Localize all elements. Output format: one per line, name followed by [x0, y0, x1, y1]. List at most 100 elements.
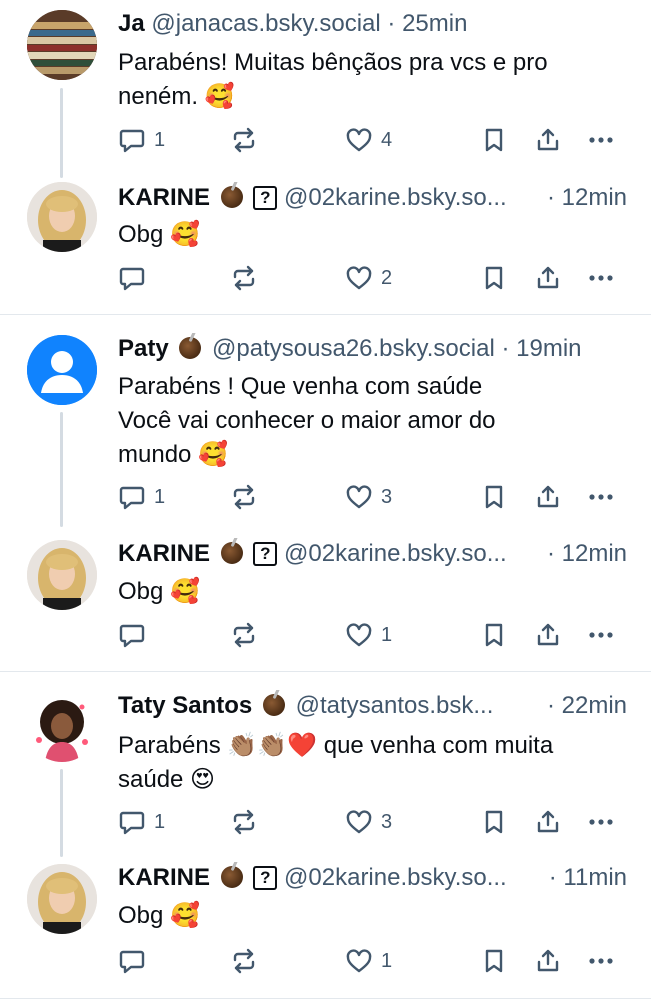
post-time[interactable]: 11min	[563, 864, 627, 891]
bookmark-icon	[480, 947, 508, 975]
post-header: Ja @janacas.bsky.social · 25min	[118, 8, 627, 40]
share-icon	[534, 808, 562, 836]
post-time[interactable]: 25min	[402, 10, 467, 37]
like-button[interactable]: 1	[345, 945, 392, 977]
avatar[interactable]	[27, 540, 97, 610]
separator-dot: ·	[546, 540, 555, 567]
like-icon	[345, 264, 373, 292]
reply-post[interactable]: Paty @patysousa26.bsky.social · 19min Pa…	[0, 315, 651, 527]
action-bar: 1 3	[118, 481, 628, 513]
repost-button[interactable]	[230, 945, 258, 977]
like-button[interactable]: 1	[345, 619, 392, 651]
avatar[interactable]	[27, 10, 97, 80]
post-text: Parabéns 👏🏽👏🏽❤️ que venha com muita saúd…	[118, 732, 554, 793]
author-name[interactable]: KARINE	[118, 184, 210, 211]
repost-button[interactable]	[230, 806, 258, 838]
repost-button[interactable]	[230, 124, 258, 156]
books-avatar-icon	[27, 10, 97, 80]
reply-icon	[118, 126, 146, 154]
bookmark-button[interactable]	[480, 124, 508, 156]
reply-post[interactable]: KARINE ? @02karine.bsky.so... · 12min Ob…	[0, 170, 651, 310]
reply-button[interactable]: 1	[118, 481, 165, 513]
more-button[interactable]	[587, 945, 615, 977]
like-button[interactable]: 2	[345, 262, 392, 294]
like-icon	[345, 483, 373, 511]
like-count: 1	[381, 949, 393, 972]
share-button[interactable]	[534, 806, 562, 838]
author-handle[interactable]: @janacas.bsky.social	[151, 10, 380, 37]
author-handle[interactable]: @patysousa26.bsky.social	[212, 335, 495, 362]
like-count: 1	[381, 623, 393, 646]
mate-gourd-icon	[262, 694, 285, 716]
bookmark-button[interactable]	[480, 619, 508, 651]
post-time[interactable]: 12min	[562, 184, 627, 211]
thread-line	[60, 88, 63, 178]
more-button[interactable]	[587, 619, 615, 651]
like-button[interactable]: 4	[345, 124, 392, 156]
share-button[interactable]	[534, 262, 562, 294]
repost-button[interactable]	[230, 262, 258, 294]
bookmark-button[interactable]	[480, 806, 508, 838]
avatar[interactable]	[27, 692, 97, 762]
divider	[0, 998, 651, 999]
like-button[interactable]: 3	[345, 806, 392, 838]
reply-button[interactable]	[118, 262, 154, 294]
repost-button[interactable]	[230, 481, 258, 513]
post-header: KARINE ? @02karine.bsky.so... · 12min	[118, 538, 627, 570]
bookmark-icon	[480, 621, 508, 649]
like-count: 3	[381, 485, 393, 508]
more-button[interactable]	[587, 124, 615, 156]
action-bar: 1 3	[118, 806, 628, 838]
reply-post[interactable]: KARINE ? @02karine.bsky.so... · 12min Ob…	[0, 528, 651, 668]
post-time[interactable]: 22min	[562, 692, 627, 719]
girl-avatar-icon	[27, 692, 97, 762]
avatar[interactable]	[27, 335, 97, 405]
more-icon	[587, 808, 615, 836]
reply-post[interactable]: Taty Santos @tatysantos.bsk... · 22min P…	[0, 672, 651, 857]
author-handle[interactable]: @02karine.bsky.so...	[284, 184, 507, 211]
reply-button[interactable]	[118, 945, 154, 977]
post-text: Parabéns ! Que venha com saúde Você vai …	[118, 373, 496, 468]
repost-icon	[230, 947, 258, 975]
share-button[interactable]	[534, 124, 562, 156]
separator-dot: ·	[546, 692, 555, 719]
more-button[interactable]	[587, 262, 615, 294]
post-text: Obg 🥰	[118, 902, 200, 929]
author-name[interactable]: KARINE	[118, 540, 210, 567]
share-button[interactable]	[534, 945, 562, 977]
reply-icon	[118, 264, 146, 292]
reply-button[interactable]	[118, 619, 154, 651]
author-name[interactable]: Ja	[118, 10, 145, 37]
share-button[interactable]	[534, 481, 562, 513]
author-handle[interactable]: @02karine.bsky.so...	[284, 540, 507, 567]
bookmark-button[interactable]	[480, 481, 508, 513]
share-icon	[534, 621, 562, 649]
post-time[interactable]: 19min	[516, 335, 581, 362]
bookmark-button[interactable]	[480, 262, 508, 294]
author-handle[interactable]: @tatysantos.bsk...	[296, 692, 494, 719]
reply-button[interactable]: 1	[118, 124, 165, 156]
author-name[interactable]: KARINE	[118, 864, 210, 891]
share-icon	[534, 483, 562, 511]
reply-icon	[118, 483, 146, 511]
more-icon	[587, 126, 615, 154]
more-button[interactable]	[587, 806, 615, 838]
bookmark-button[interactable]	[480, 945, 508, 977]
more-button[interactable]	[587, 481, 615, 513]
reply-icon	[118, 808, 146, 836]
author-name[interactable]: Paty	[118, 335, 169, 362]
repost-icon	[230, 621, 258, 649]
reply-button[interactable]: 1	[118, 806, 165, 838]
share-button[interactable]	[534, 619, 562, 651]
author-handle[interactable]: @02karine.bsky.so...	[284, 864, 507, 891]
avatar[interactable]	[27, 182, 97, 252]
reply-post[interactable]: KARINE ? @02karine.bsky.so... · 11min Ob…	[0, 852, 651, 998]
post-time[interactable]: 12min	[562, 540, 627, 567]
avatar[interactable]	[27, 864, 97, 934]
thread-line	[60, 769, 63, 857]
like-button[interactable]: 3	[345, 481, 392, 513]
action-bar: 1 4	[118, 124, 628, 156]
author-name[interactable]: Taty Santos	[118, 692, 252, 719]
action-bar: 1	[118, 619, 628, 651]
repost-button[interactable]	[230, 619, 258, 651]
